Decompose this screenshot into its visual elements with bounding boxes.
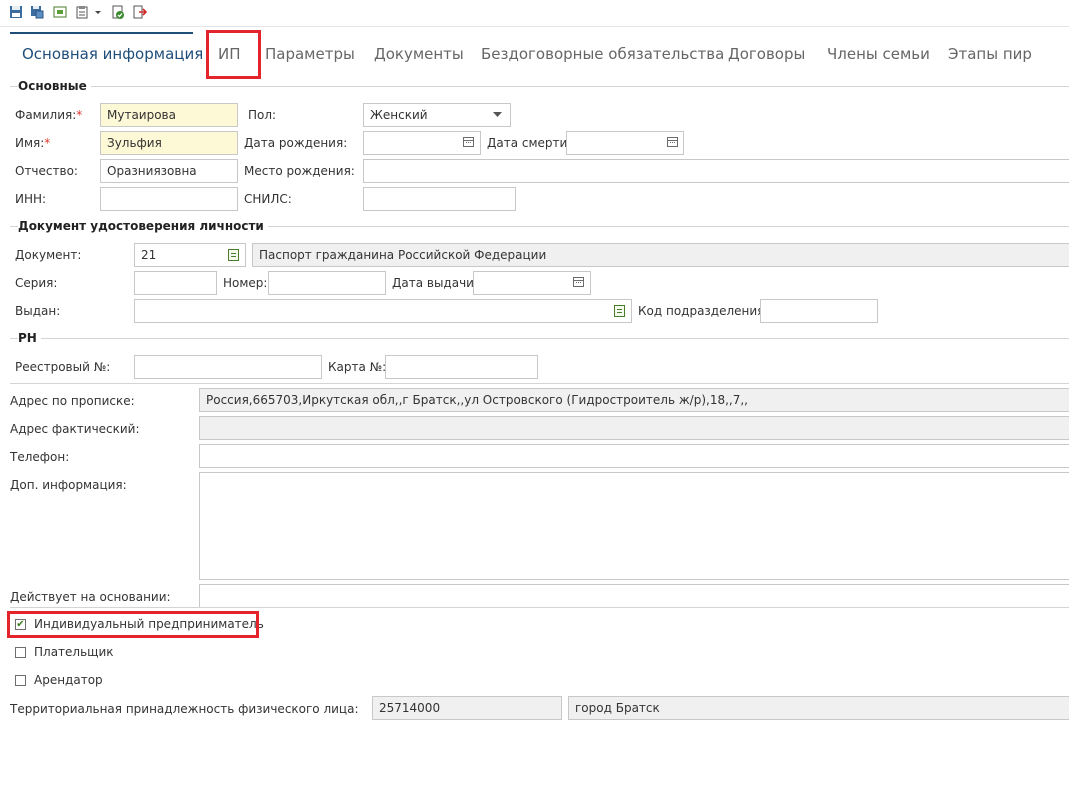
section-title-basic: Основные: [18, 79, 91, 93]
birth-place-field[interactable]: [363, 159, 1069, 183]
highlight-individual-entrepreneur: [7, 611, 259, 638]
save-icon[interactable]: [9, 5, 23, 19]
name-label: Имя:*: [15, 136, 51, 150]
tab-main-info[interactable]: Основная информация: [22, 45, 203, 63]
number-label: Номер:: [223, 276, 268, 290]
surname-field[interactable]: Мутаирова: [100, 103, 238, 127]
tab-stages[interactable]: Этапы пир: [948, 45, 1032, 63]
tab-family-members[interactable]: Члены семьи: [827, 45, 930, 63]
calendar-icon[interactable]: [667, 137, 678, 147]
lookup-icon[interactable]: [614, 305, 625, 317]
section-divider: [10, 607, 1069, 608]
gender-select[interactable]: Женский: [363, 103, 511, 127]
name-field[interactable]: Зульфия: [100, 131, 238, 155]
chevron-down-icon[interactable]: [493, 112, 502, 118]
checkbox-box[interactable]: [15, 647, 26, 658]
checkbox-label: Плательщик: [34, 645, 114, 659]
checkbox-tenant[interactable]: Арендатор: [15, 672, 135, 688]
series-field[interactable]: [134, 271, 217, 295]
check-document-icon[interactable]: [111, 5, 125, 19]
actual-address-field: [199, 416, 1069, 440]
toolbar: [0, 0, 1069, 26]
tab-documents[interactable]: Документы: [374, 45, 464, 63]
actual-address-label: Адрес фактический:: [10, 422, 140, 436]
section-title-identity: Документ удостоверения личности: [18, 219, 268, 233]
gender-label: Пол:: [248, 108, 277, 122]
registration-address-field: Россия,665703,Иркутская обл,,г Братск,,у…: [199, 388, 1069, 412]
series-label: Серия:: [15, 276, 58, 290]
issue-date-label: Дата выдачи:: [392, 276, 479, 290]
registry-number-field[interactable]: [134, 355, 322, 379]
number-field[interactable]: [268, 271, 386, 295]
registration-address-label: Адрес по прописке:: [10, 394, 135, 408]
checkbox-label: Арендатор: [34, 673, 103, 687]
extra-info-label: Доп. информация:: [10, 478, 127, 492]
tab-contracts[interactable]: Договоры: [728, 45, 805, 63]
territory-code-field: 25714000: [372, 696, 562, 720]
exit-icon[interactable]: [133, 5, 147, 19]
territory-label: Территориальная принадлежность физическо…: [10, 702, 359, 716]
basis-label: Действует на основании:: [10, 590, 171, 604]
section-divider: [10, 383, 1069, 384]
save-and-close-icon[interactable]: [30, 5, 44, 19]
territory-name-field: город Братск: [568, 696, 1069, 720]
snils-field[interactable]: [363, 187, 516, 211]
inn-field[interactable]: [100, 187, 238, 211]
document-name-field: Паспорт гражданина Российской Федерации: [252, 243, 1069, 267]
extra-info-textarea[interactable]: [199, 472, 1069, 580]
registry-number-label: Реестровый №:: [15, 360, 111, 374]
inn-label: ИНН:: [15, 192, 47, 206]
gender-value: Женский: [370, 108, 428, 122]
phone-label: Телефон:: [10, 450, 70, 464]
clipboard-icon[interactable]: [75, 5, 89, 19]
birth-place-label: Место рождения:: [244, 164, 355, 178]
division-code-label: Код подразделения:: [638, 304, 769, 318]
highlight-tab-ip: [206, 30, 261, 79]
snils-label: СНИЛС:: [244, 192, 292, 206]
checkbox-box[interactable]: [15, 675, 26, 686]
active-tab-indicator: [10, 32, 193, 34]
issued-by-field[interactable]: [134, 299, 632, 323]
division-code-field[interactable]: [760, 299, 878, 323]
card-number-field[interactable]: [385, 355, 538, 379]
section-divider: [10, 338, 1069, 339]
surname-label: Фамилия:*: [15, 108, 83, 122]
patronymic-label: Отчество:: [15, 164, 78, 178]
issued-by-label: Выдан:: [15, 304, 61, 318]
section-divider: [10, 86, 1069, 87]
basis-field[interactable]: [199, 584, 1069, 608]
card-number-label: Карта №:: [328, 360, 387, 374]
patronymic-field[interactable]: Оразниязовна: [100, 159, 238, 183]
checkbox-payer[interactable]: Плательщик: [15, 644, 135, 660]
section-title-rn: РН: [18, 331, 41, 345]
death-date-label: Дата смерти:: [487, 136, 572, 150]
birth-date-label: Дата рождения:: [244, 136, 348, 150]
preview-icon[interactable]: [53, 5, 67, 19]
chevron-down-icon[interactable]: [94, 5, 102, 19]
phone-field[interactable]: [199, 444, 1069, 468]
tab-non-contract-obligations[interactable]: Бездоговорные обязательства: [481, 45, 724, 63]
tab-parameters[interactable]: Параметры: [265, 45, 355, 63]
calendar-icon[interactable]: [573, 277, 584, 287]
calendar-icon[interactable]: [463, 137, 474, 147]
document-label: Документ:: [15, 248, 82, 262]
lookup-icon[interactable]: [228, 249, 239, 261]
